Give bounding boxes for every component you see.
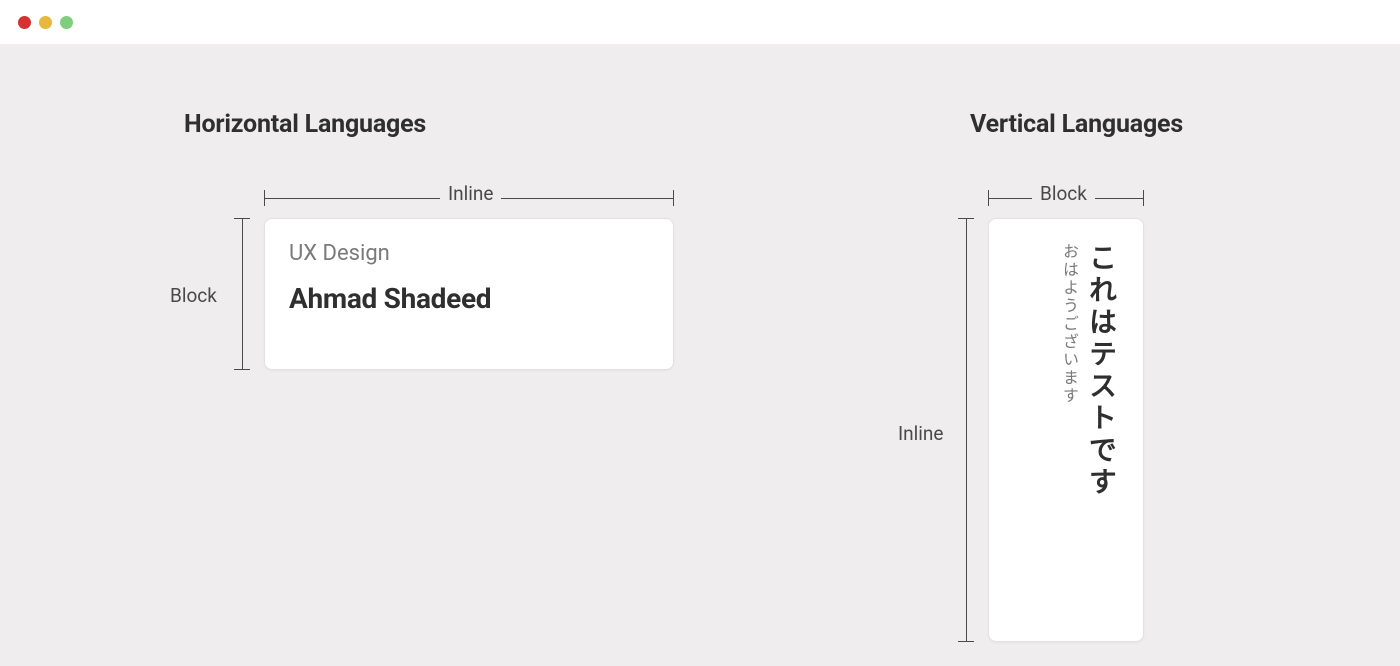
bracket-line-icon bbox=[242, 218, 243, 370]
maximize-icon[interactable] bbox=[60, 16, 73, 29]
bracket-cap-icon bbox=[234, 369, 250, 370]
window-titlebar bbox=[0, 0, 1400, 44]
bracket-cap-icon bbox=[1143, 190, 1144, 206]
heading-horizontal-languages: Horizontal Languages bbox=[184, 110, 426, 139]
traffic-lights bbox=[18, 16, 73, 29]
bracket-vertical-inline bbox=[958, 218, 974, 642]
heading-vertical-languages: Vertical Languages bbox=[970, 110, 1183, 139]
card-vertical: これはテストです おはようございます bbox=[988, 218, 1144, 642]
label-vertical-inline: Inline bbox=[892, 418, 949, 449]
minimize-icon[interactable] bbox=[39, 16, 52, 29]
card-horizontal-subtitle: UX Design bbox=[289, 241, 649, 266]
card-horizontal: UX Design Ahmad Shadeed bbox=[264, 218, 674, 370]
label-vertical-block: Block bbox=[1032, 182, 1095, 205]
label-horizontal-inline: Inline bbox=[440, 182, 501, 205]
bracket-line-icon bbox=[966, 218, 967, 642]
card-horizontal-title: Ahmad Shadeed bbox=[289, 282, 649, 315]
bracket-cap-icon bbox=[673, 190, 674, 206]
card-vertical-title: これはテストです bbox=[1081, 243, 1121, 617]
bracket-horizontal-block bbox=[234, 218, 250, 370]
bracket-cap-icon bbox=[958, 641, 974, 642]
close-icon[interactable] bbox=[18, 16, 31, 29]
diagram-canvas: Horizontal Languages Vertical Languages … bbox=[0, 44, 1400, 666]
card-vertical-subtitle: おはようございます bbox=[1057, 243, 1081, 617]
label-horizontal-block: Block bbox=[164, 280, 223, 311]
